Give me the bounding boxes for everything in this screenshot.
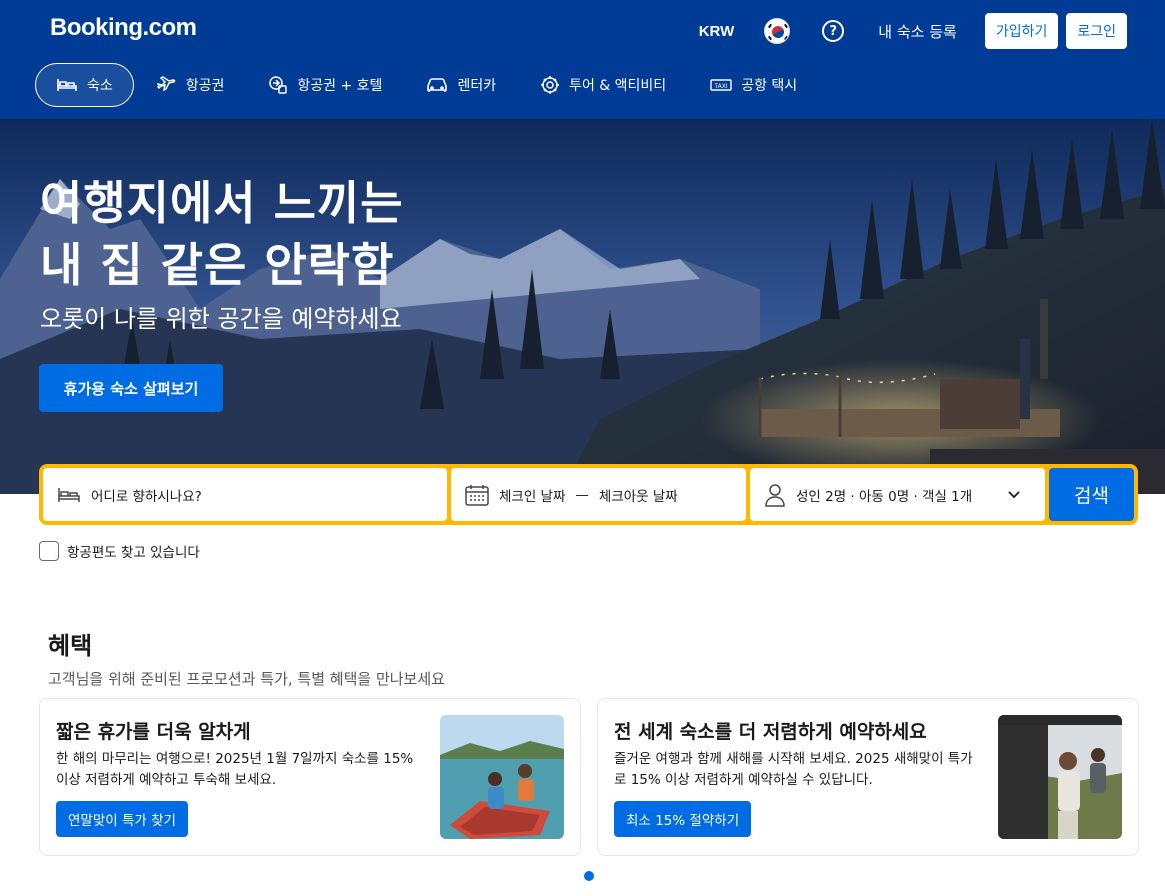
carousel-dot[interactable]	[584, 871, 594, 881]
safari-photo	[998, 715, 1122, 839]
calendar-icon	[465, 484, 489, 506]
nav-tab-stays[interactable]: 숙소	[35, 63, 134, 107]
plane-icon	[156, 76, 175, 92]
header-actions: KRW ? 내 숙소 등록 가입하기 로그인	[699, 13, 1127, 49]
destination-placeholder: 어디로 향하시나요?	[91, 488, 202, 505]
list-property-link[interactable]: 내 숙소 등록	[878, 21, 957, 42]
svg-text:TAXI: TAXI	[714, 83, 728, 90]
offers-title: 혜택	[48, 632, 93, 660]
bed-icon	[58, 487, 80, 502]
find-year-end-deals-button[interactable]: 연말맞이 특가 찾기	[56, 801, 188, 837]
sign-in-button[interactable]: 로그인	[1066, 13, 1127, 49]
date-separator: —	[575, 486, 589, 503]
booking-logo[interactable]: Booking.com	[50, 14, 197, 42]
help-icon[interactable]: ?	[822, 20, 845, 42]
person-icon	[765, 483, 785, 507]
hero-banner: 여행지에서 느끼는 내 집 같은 안락함 오롯이 나를 위한 공간을 예약하세요…	[0, 119, 1165, 494]
chevron-down-icon	[1008, 490, 1020, 498]
flight-checkbox-row[interactable]: 항공편도 찾고 있습니다	[39, 541, 200, 561]
nav-tab-flights[interactable]: 항공권	[136, 63, 246, 107]
flight-checkbox-label: 항공편도 찾고 있습니다	[67, 545, 200, 561]
currency-selector[interactable]: KRW	[699, 23, 735, 40]
guests-field[interactable]: 성인 2명 · 아동 0명 · 객실 1개	[750, 468, 1045, 521]
car-icon	[427, 78, 448, 92]
nav-tab-car-rentals[interactable]: 렌터카	[405, 63, 517, 107]
offer-card: 짧은 휴가를 더욱 알차게 한 해의 마무리는 여행으로! 2025년 1월 7…	[39, 698, 581, 856]
flight-hotel-icon	[269, 76, 288, 94]
nav-tab-label: 항공권	[185, 78, 225, 94]
nav-tab-label: 렌터카	[457, 78, 497, 94]
nav-tab-flight-hotel[interactable]: 항공권 + 호텔	[247, 63, 403, 107]
offer-card: 전 세계 숙소를 더 저렴하게 예약하세요 즐거운 여행과 함께 새해를 시작해…	[597, 698, 1139, 856]
bed-icon	[57, 79, 77, 91]
hero-title-line-1: 여행지에서 느끼는	[40, 176, 404, 230]
offer-card-text: 즐거운 여행과 함께 새해를 시작해 보세요. 2025 새해맞이 특가로 15…	[614, 751, 973, 788]
nav-tab-airport-taxis[interactable]: TAXI 공항 택시	[689, 63, 818, 107]
nav-tab-label: 공항 택시	[741, 78, 798, 94]
offer-card-title: 짧은 휴가를 더욱 알차게	[56, 721, 251, 743]
hero-title: 여행지에서 느끼는 내 집 같은 안락함	[40, 172, 404, 296]
destination-field[interactable]: 어디로 향하시나요?	[43, 468, 447, 521]
taxi-icon: TAXI	[710, 79, 732, 91]
attractions-icon	[541, 76, 560, 94]
product-nav: 숙소 항공권 항공권 + 호텔 렌터카 투어 & 액티비티 TAXI 공항 택시	[35, 63, 820, 107]
checkout-label: 체크아웃 날짜	[598, 488, 678, 505]
nav-tab-label: 숙소	[87, 78, 113, 94]
hero-subtitle: 오롯이 나를 위한 공간을 예약하세요	[40, 305, 402, 333]
kayak-photo	[440, 715, 564, 839]
nav-tab-label: 투어 & 액티비티	[569, 78, 667, 94]
hero-title-line-2: 내 집 같은 안락함	[40, 238, 395, 292]
search-bar: 어디로 향하시나요? 체크인 날짜 — 체크아웃 날짜 성인 2명 · 아동 0…	[39, 464, 1138, 525]
guests-summary: 성인 2명 · 아동 0명 · 객실 1개	[796, 488, 973, 505]
offers-subtitle: 고객님을 위해 준비된 프로모션과 특가, 특별 혜택을 만나보세요	[48, 670, 445, 688]
nav-tab-label: 항공권 + 호텔	[297, 78, 383, 94]
explore-vacation-rentals-button[interactable]: 휴가용 숙소 살펴보기	[39, 364, 223, 412]
save-15-percent-button[interactable]: 최소 15% 절약하기	[614, 801, 752, 837]
language-flag-icon[interactable]	[764, 18, 791, 44]
date-picker-field[interactable]: 체크인 날짜 — 체크아웃 날짜	[451, 468, 746, 521]
flight-checkbox[interactable]	[39, 541, 59, 561]
nav-tab-attractions[interactable]: 투어 & 액티비티	[519, 63, 687, 107]
register-button[interactable]: 가입하기	[984, 13, 1059, 49]
offer-card-text: 한 해의 마무리는 여행으로! 2025년 1월 7일까지 숙소를 15% 이상…	[56, 751, 414, 788]
search-button[interactable]: 검색	[1049, 468, 1134, 521]
top-header: Booking.com KRW ? 내 숙소 등록 가입하기 로그인 숙소 항공…	[0, 0, 1165, 119]
offer-card-title: 전 세계 숙소를 더 저렴하게 예약하세요	[614, 721, 927, 743]
checkin-label: 체크인 날짜	[499, 488, 566, 505]
